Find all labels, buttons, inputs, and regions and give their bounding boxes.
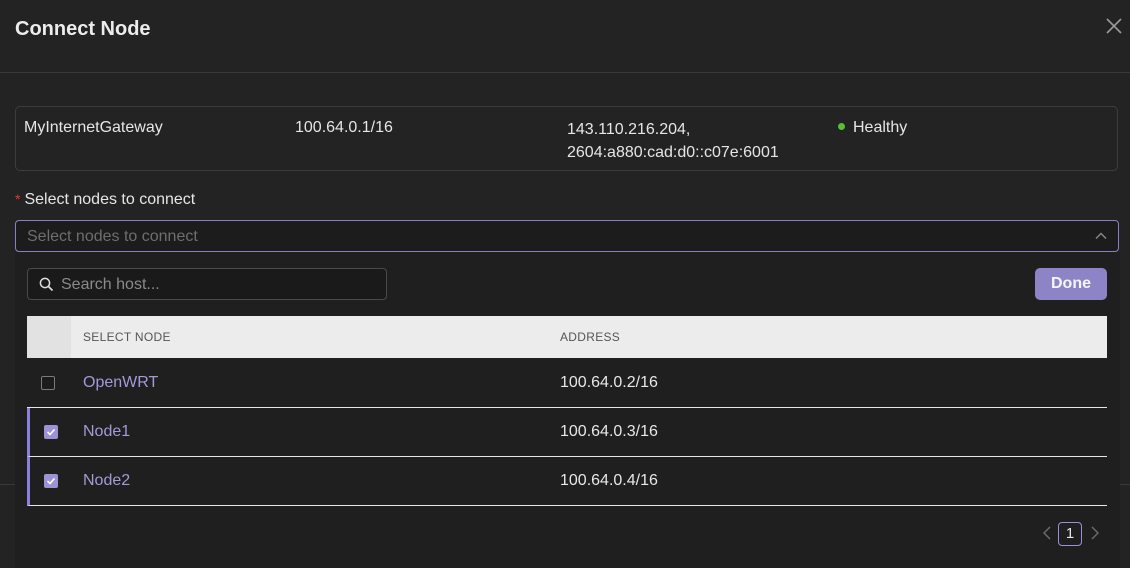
- required-asterisk-icon: *: [15, 191, 21, 207]
- node-name-link[interactable]: Node1: [83, 423, 130, 441]
- checkmark-icon: [46, 477, 56, 485]
- row-checkbox[interactable]: [44, 474, 58, 488]
- node-address: 100.64.0.4/16: [560, 472, 658, 489]
- search-box[interactable]: [27, 268, 387, 300]
- search-icon: [39, 277, 54, 297]
- field-label: * Select nodes to connect: [15, 191, 195, 209]
- divider: [1120, 484, 1130, 485]
- gateway-public-ip: 143.110.216.204, 2604:a880:cad:d0::c07e:…: [567, 118, 779, 164]
- status-text: Healthy: [853, 119, 908, 136]
- column-header-node: SELECT NODE: [83, 330, 171, 344]
- divider: [0, 484, 15, 485]
- chevron-left-icon[interactable]: [1042, 524, 1052, 547]
- public-ip-line-1: 143.110.216.204,: [567, 121, 691, 138]
- chevron-up-icon: [1094, 229, 1108, 248]
- node-address: 100.64.0.2/16: [560, 374, 658, 391]
- row-checkbox[interactable]: [44, 425, 58, 439]
- gateway-name: MyInternetGateway: [24, 119, 163, 136]
- gateway-ip: 100.64.0.1/16: [295, 119, 393, 136]
- public-ip-line-2: 2604:a880:cad:d0::c07e:6001: [567, 144, 779, 161]
- chevron-right-icon[interactable]: [1090, 524, 1100, 547]
- pagination-page[interactable]: 1: [1058, 522, 1082, 546]
- node-select[interactable]: Select nodes to connect: [15, 220, 1119, 252]
- table-row[interactable]: Node1 100.64.0.3/16: [27, 408, 1107, 457]
- status-badge: Healthy: [838, 119, 907, 137]
- table-row[interactable]: Node2 100.64.0.4/16: [27, 457, 1107, 506]
- node-name-link[interactable]: Node2: [83, 472, 130, 490]
- dialog-header: Connect Node: [0, 0, 1130, 73]
- status-dot-icon: [838, 123, 845, 130]
- row-checkbox[interactable]: [41, 376, 55, 390]
- search-input[interactable]: [59, 274, 383, 296]
- field-label-text: Select nodes to connect: [24, 191, 196, 208]
- node-name-link[interactable]: OpenWRT: [83, 374, 158, 392]
- close-icon[interactable]: [1104, 16, 1124, 36]
- table-row[interactable]: OpenWRT 100.64.0.2/16: [27, 359, 1107, 408]
- header-checkbox-cell: [27, 316, 71, 358]
- checkmark-icon: [46, 428, 56, 436]
- gateway-info-card: MyInternetGateway 100.64.0.1/16 143.110.…: [15, 106, 1118, 171]
- node-address: 100.64.0.3/16: [560, 423, 658, 440]
- column-header-address: ADDRESS: [560, 330, 621, 344]
- dialog-title: Connect Node: [15, 18, 151, 40]
- table-header: SELECT NODE ADDRESS: [27, 316, 1107, 358]
- done-button[interactable]: Done: [1035, 268, 1107, 300]
- select-placeholder: Select nodes to connect: [27, 228, 198, 245]
